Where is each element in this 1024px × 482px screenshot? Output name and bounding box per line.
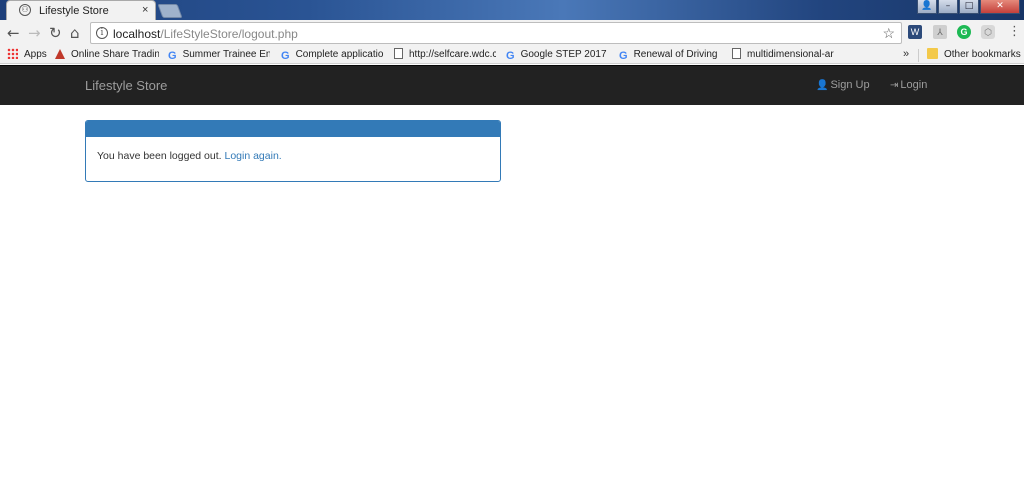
other-bookmarks-folder[interactable]: Other bookmarks [927, 48, 1022, 62]
page-icon [394, 48, 403, 59]
profile-button[interactable]: 👤 [917, 0, 937, 14]
login-icon: ⇥ [890, 80, 899, 91]
home-icon[interactable]: ⌂ [70, 24, 80, 42]
forward-icon[interactable]: → [28, 24, 41, 42]
url-text[interactable]: localhost/LifeStyleStore/logout.php [113, 27, 298, 41]
extension-1-icon[interactable]: W [908, 25, 922, 39]
extension-4-icon[interactable]: ⬡ [981, 25, 995, 39]
grammarly-icon[interactable]: G [957, 25, 971, 39]
tab-close-icon[interactable]: × [142, 4, 148, 16]
login-link[interactable]: ⇥ Login [890, 79, 927, 91]
brand-link[interactable]: Lifestyle Store [85, 78, 167, 93]
bookmark-summer-trainee[interactable]: G Summer Trainee Engi [168, 48, 270, 62]
close-window-button[interactable]: ✕ [980, 0, 1020, 14]
address-bar[interactable]: i localhost/LifeStyleStore/logout.php ☆ [90, 22, 902, 44]
minimize-button[interactable]: – [938, 0, 958, 14]
maximize-button[interactable]: □ [959, 0, 979, 14]
info-icon[interactable]: i [96, 27, 108, 39]
new-tab-button[interactable] [157, 4, 183, 18]
extension-2-icon[interactable]: ⅄ [933, 25, 947, 39]
more-bookmarks-chevron-icon[interactable]: » [903, 48, 909, 60]
angel-icon [55, 49, 65, 59]
back-icon[interactable]: ← [7, 24, 20, 42]
apps-grid-icon [7, 48, 18, 59]
google-icon: G [506, 50, 515, 62]
panel-heading [86, 121, 500, 137]
browser-tab[interactable]: ⚇ Lifestyle Store × [6, 0, 156, 20]
bookmark-star-icon[interactable]: ☆ [882, 25, 895, 42]
bookmark-apps[interactable]: Apps [7, 48, 49, 62]
signup-link[interactable]: 👤 Sign Up [816, 79, 870, 91]
google-icon: G [168, 50, 177, 62]
bookmark-google-step[interactable]: GGoogle STEP 2017 - S [506, 48, 608, 62]
bookmark-online-share-trading[interactable]: Online Share Trading [55, 48, 159, 62]
menu-icon[interactable]: ⋮ [1008, 24, 1021, 39]
logout-panel: You have been logged out. Login again. [85, 120, 501, 182]
window-controls: 👤 – □ ✕ [917, 0, 1020, 14]
bookmark-complete-application[interactable]: G Complete application [281, 48, 384, 62]
user-icon: 👤 [816, 80, 829, 91]
bookmark-selfcare[interactable]: http://selfcare.wdc.co [394, 48, 496, 62]
panel-body: You have been logged out. Login again. [86, 137, 500, 175]
folder-icon [927, 48, 938, 59]
bookmarks-divider [918, 49, 919, 62]
bookmark-multidimensional[interactable]: multidimensional-arr [732, 48, 834, 62]
login-again-link[interactable]: Login again. [224, 150, 281, 162]
page-icon [732, 48, 741, 59]
window-titlebar: ⚇ Lifestyle Store × 👤 – □ ✕ [0, 0, 1024, 20]
tab-title: Lifestyle Store [39, 5, 109, 17]
bookmark-renewal-driving[interactable]: G Renewal of Driving Li [619, 48, 721, 62]
favicon-icon: ⚇ [19, 4, 31, 16]
google-icon: G [281, 50, 290, 62]
bookmarks-bar: Apps Online Share Trading G Summer Traine… [0, 46, 1024, 64]
google-icon: G [619, 50, 628, 62]
browser-toolbar: ← → ↻ ⌂ i localhost/LifeStyleStore/logou… [0, 20, 1024, 46]
reload-icon[interactable]: ↻ [49, 24, 62, 42]
logout-message: You have been logged out. [97, 150, 222, 162]
site-navbar: Lifestyle Store 👤 Sign Up ⇥ Login [0, 65, 1024, 105]
